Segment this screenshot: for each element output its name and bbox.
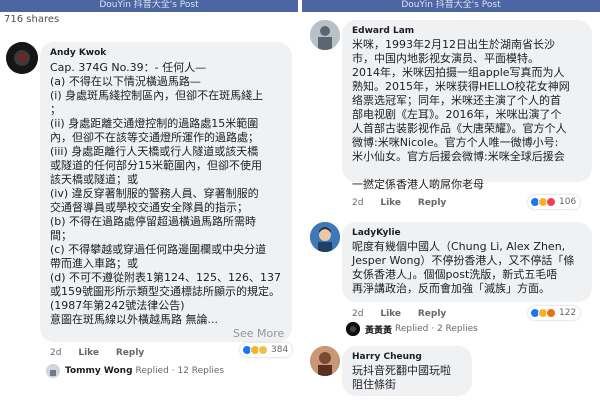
reaction-summary[interactable]: 106 — [528, 195, 581, 209]
comment-line: 米咪，1993年2月12日出生於湖南省长沙 — [352, 38, 555, 51]
reaction-summary[interactable]: 122 — [528, 306, 581, 320]
like-button[interactable]: Like — [380, 198, 401, 208]
replies-summary[interactable]: 黃黃黃 Replied · 2 Replies — [346, 322, 478, 336]
reaction-count: 384 — [271, 345, 289, 355]
comment-text: Cap. 374G No.39：- 任何人— (a) 不得在以下情況橫過馬路— (i… — [50, 61, 281, 327]
comment-author[interactable]: LadyKylie — [352, 228, 401, 238]
replies-summary[interactable]: Tommy Wong Replied · 12 Replies — [46, 364, 224, 378]
comment-author[interactable]: Harry Cheung — [352, 352, 422, 362]
shares-count[interactable]: 716 shares — [4, 14, 59, 25]
avatar[interactable] — [310, 20, 340, 50]
comment-line: 內，但卻不在該等交通燈所運作的過路處； — [50, 131, 259, 144]
comment-line: 該天橋或隧道；或 — [50, 173, 138, 186]
comment-line: 玩抖音死翻中國玩啦 — [352, 364, 451, 377]
comment-line: 米小仙女。官方后援会微博:米咪全球后援会 — [352, 150, 565, 163]
comment-author[interactable]: Edward Lam — [352, 26, 414, 36]
avatar[interactable] — [6, 42, 38, 74]
comment-text: 米咪，1993年2月12日出生於湖南省长沙 市，中国内地影视女演员、平面模特。 20… — [352, 38, 570, 192]
comment-line: (b) 不得在過路處停留超過橫過馬路所需時 — [50, 215, 257, 228]
reply-author[interactable]: Tommy Wong — [65, 366, 133, 376]
comment-line: (1987年第242號法律公告) — [50, 299, 185, 312]
angry-reaction-icon — [546, 308, 556, 318]
reply-count-text: Replied · 2 Replies — [395, 324, 478, 334]
comment-line: 络票选冠军；同年，米咪还主演了个人的首 — [352, 94, 561, 107]
comment-line: (ii) 身處距離交通燈控制的過路處15米範圍 — [50, 117, 259, 130]
comment-line: 或隧道的任何部分15米範圍內，但卻不使用 — [50, 159, 262, 172]
comment-time: 2d — [352, 198, 364, 208]
left-post-panel: DouYin 抖音大全's Post 716 shares Andy Kwok … — [0, 0, 298, 400]
comment-text: 玩抖音死翻中國玩啦 阻住條街 — [352, 364, 451, 392]
comment-line: 帶而進入車路；或 — [50, 257, 138, 270]
comment-line: 間； — [50, 229, 72, 242]
post-header-bar: DouYin 抖音大全's Post — [0, 0, 298, 12]
comment-line: ； — [50, 103, 61, 116]
reply-button[interactable]: Reply — [116, 348, 144, 358]
reply-author[interactable]: 黃黃黃 — [365, 323, 392, 336]
comment-text: 呢度有幾個中國人（Chung Li, Alex Zhen, Jesper Wong… — [352, 240, 574, 296]
reply-button[interactable]: Reply — [418, 309, 446, 319]
post-header-bar: DouYin 抖音大全's Post — [302, 0, 600, 12]
reaction-count: 122 — [559, 308, 577, 318]
comment-line: 人首部古装影视作品《大唐荣耀》。官方个人 — [352, 122, 567, 135]
sad-reaction-icon — [258, 345, 268, 355]
comment-actions: 2d Like Reply — [352, 309, 460, 319]
comment-line: 一撚定係香港人啲屌你老母 — [352, 178, 484, 191]
see-more-link[interactable]: See More — [233, 327, 284, 340]
comment-line: 呢度有幾個中國人（Chung Li, Alex Zhen, — [352, 240, 566, 253]
post-title: DouYin 抖音大全's Post — [99, 0, 199, 10]
comment-line: 部电视剧《左耳》。2016年，米咪出演了个 — [352, 108, 562, 121]
reply-avatar — [46, 364, 60, 378]
comment-line: (i) 身處斑馬綫控制區內，但卻不在斑馬綫上 — [50, 89, 264, 102]
reaction-summary[interactable]: 384 — [240, 343, 293, 357]
comment-line: 交通督導員或學校交通安全隊員的指示； — [50, 201, 248, 214]
reply-button[interactable]: Reply — [418, 198, 446, 208]
love-reaction-icon — [546, 197, 556, 207]
avatar[interactable] — [310, 222, 340, 252]
comment-line: 市，中国内地影视女演员、平面模特。 — [352, 52, 539, 65]
comment-time: 2d — [352, 309, 364, 319]
right-post-panel: DouYin 抖音大全's Post Edward Lam 米咪，1993年2月… — [302, 0, 600, 400]
like-button[interactable]: Like — [380, 309, 401, 319]
reply-count-text: Replied · 12 Replies — [135, 366, 225, 376]
comment-line: (iii) 身處距離行人天橋或行人隧道或該天橋 — [50, 145, 259, 158]
comment-line: 女係香港人」。個個post洗版，新式五毛唔 — [352, 268, 558, 281]
comment-line: 2014年，米咪因拍摄一组apple写真而为人 — [352, 66, 565, 79]
like-button[interactable]: Like — [78, 348, 99, 358]
comment-line: (a) 不得在以下情況橫過馬路— — [50, 75, 201, 88]
comment-author[interactable]: Andy Kwok — [50, 48, 106, 58]
avatar[interactable] — [310, 346, 340, 376]
post-title: DouYin 抖音大全's Post — [401, 0, 501, 10]
comment-line: 再淨講政治，反而會加強「滅族」方面。 — [352, 282, 550, 295]
comment-line: 阻住條街 — [352, 378, 396, 391]
comment-line: Jesper Wong）不停扮香港人，又不停話「條 — [352, 254, 575, 267]
comment-line: 微博:米咪Nicole。官方个人唯一微博小号: — [352, 136, 559, 149]
comment-line: 熟知。2015年，米咪获得HELLO校花女神网 — [352, 80, 570, 93]
comment-line: 意圖在斑馬線以外橫越馬路 無論... — [50, 313, 218, 326]
comment-actions: 2d Like Reply — [352, 198, 460, 208]
comment-line: Cap. 374G No.39：- 任何人— — [50, 61, 207, 74]
comment-line: 或159號圖形所示類型交通標誌所顯示的規定。 — [50, 285, 280, 298]
comment-actions: 2d Like Reply — [50, 348, 158, 358]
comment-line: (iv) 違反穿著制服的警務人員、穿著制服的 — [50, 187, 259, 200]
reply-avatar — [346, 322, 360, 336]
comment-line: (d) 不可不遵從附表1第124、125、126、137 — [50, 271, 282, 284]
comment-line — [352, 164, 570, 178]
comment-time: 2d — [50, 348, 62, 358]
reaction-count: 106 — [559, 197, 577, 207]
comment-line: (c) 不得攀越或穿過任何路邊圍欄或中央分道 — [50, 243, 267, 256]
